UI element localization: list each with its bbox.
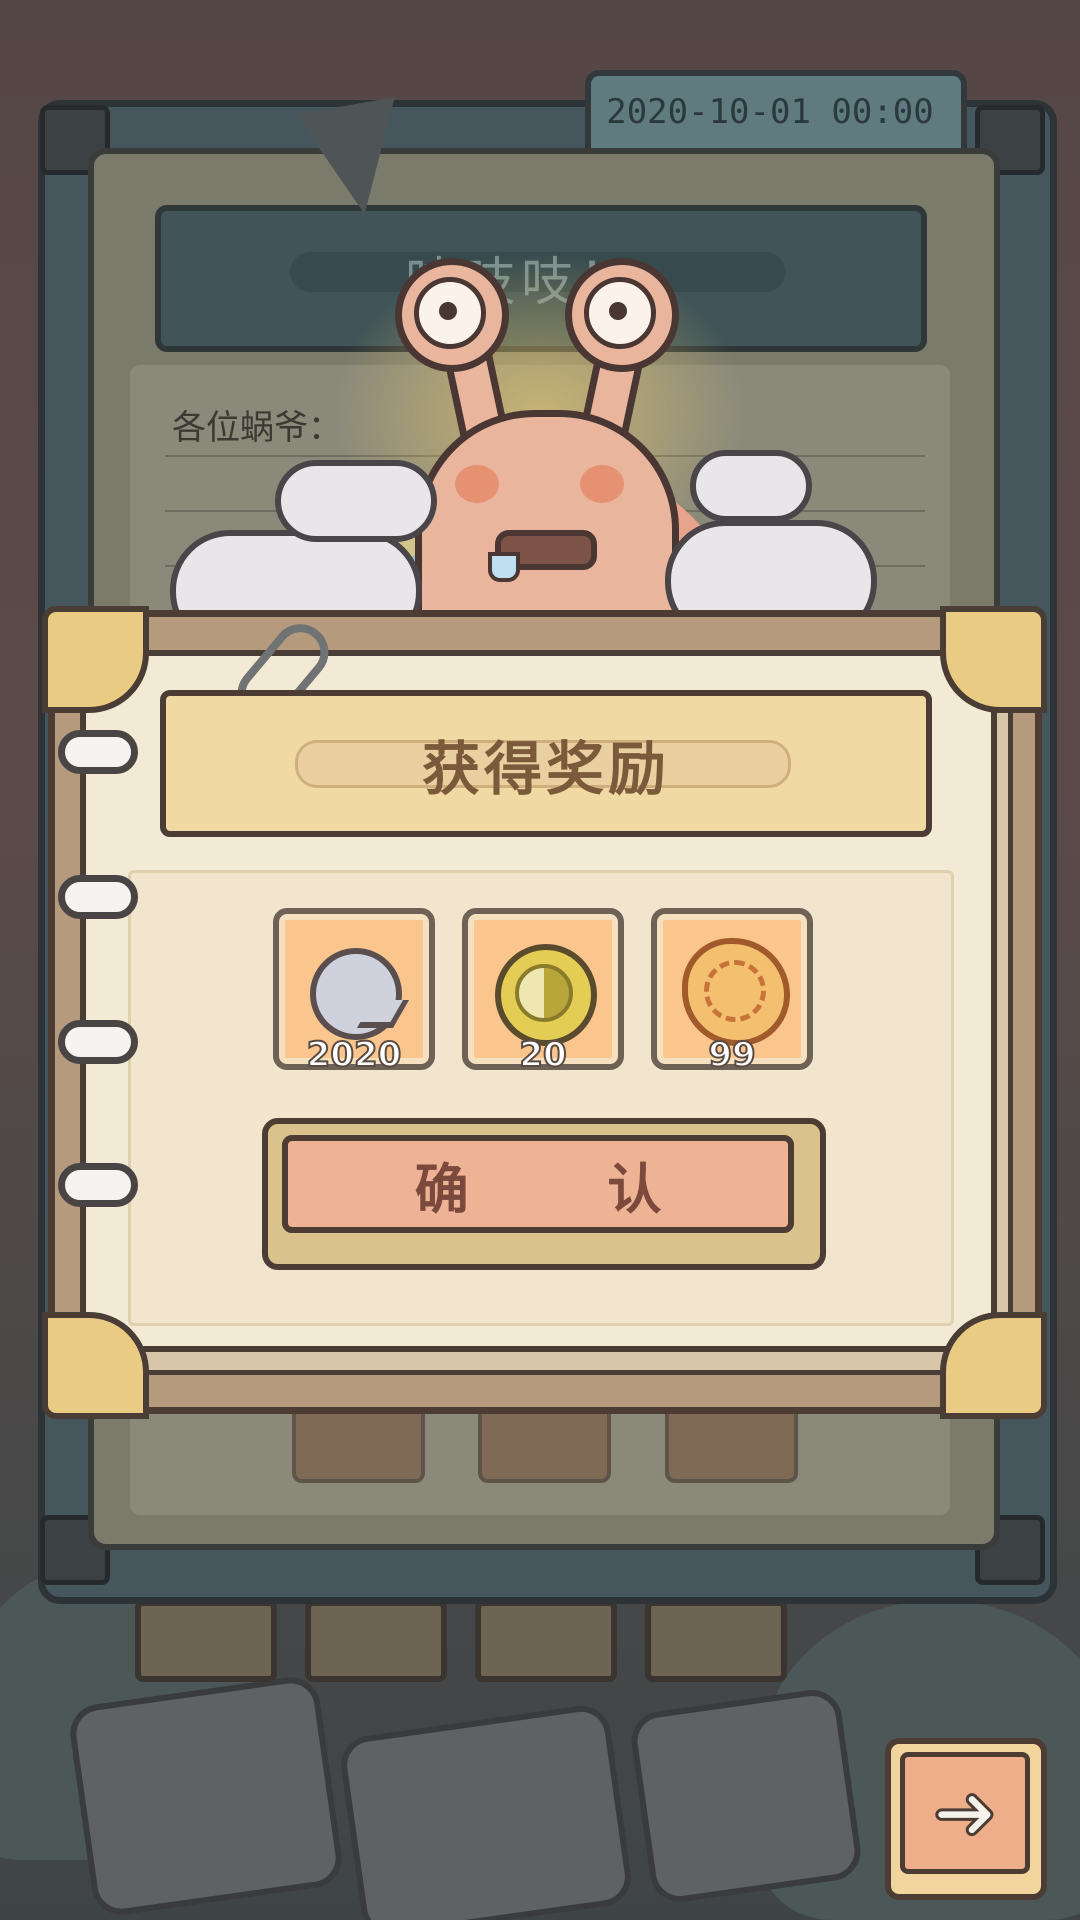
cloud-decoration: [690, 450, 812, 522]
triangle-clip-icon: [296, 97, 414, 223]
cloud-decoration: [275, 460, 437, 542]
mooncake-pattern: [704, 960, 766, 1022]
mail-greeting: 各位蜗爷：: [172, 408, 342, 448]
snail-eye: [395, 258, 509, 372]
snail-cheek: [455, 465, 499, 503]
confirm-button[interactable]: 确 认: [282, 1135, 794, 1233]
mail-date: 2020-10-01 00:00: [606, 92, 934, 132]
game-scene: 2020-10-01 00:00 吱吱吱！ 各位蜗爷： 获得奖励: [0, 0, 1080, 1920]
bottom-tab-4[interactable]: [645, 1600, 787, 1682]
binder-ring: [58, 1020, 138, 1064]
rock-decoration: [337, 1702, 635, 1920]
yin-yang-symbol: [515, 964, 573, 1022]
reward-item-count: 20: [518, 1034, 567, 1076]
binder-ring: [58, 875, 138, 919]
bottom-tab-2[interactable]: [305, 1600, 447, 1682]
binder-ring: [58, 730, 138, 774]
bottom-tab-3[interactable]: [475, 1600, 617, 1682]
snail-eye: [565, 258, 679, 372]
arrow-right-icon[interactable]: ➜: [900, 1752, 1030, 1874]
reward-item-count: 99: [707, 1034, 756, 1076]
reward-title: 获得奖励: [421, 734, 670, 803]
reward-item-count: 2020: [306, 1034, 403, 1076]
bottom-tab-1[interactable]: [135, 1600, 277, 1682]
snail-drool: [488, 552, 520, 582]
snail-cheek: [580, 465, 624, 503]
rock-decoration: [627, 1686, 865, 1906]
binder-ring: [58, 1163, 138, 1207]
rock-decoration: [66, 1673, 346, 1919]
